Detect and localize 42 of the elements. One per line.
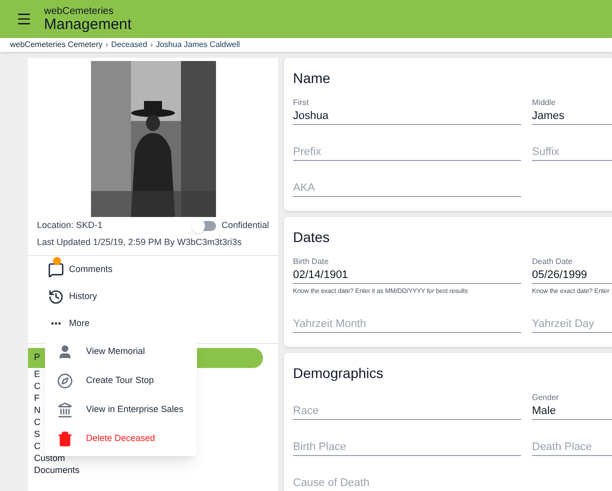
person-icon xyxy=(57,344,73,360)
text-field[interactable]: Birth Date 02/14/1901 xyxy=(293,256,521,284)
section-item[interactable]: E xyxy=(28,368,42,380)
section-item[interactable]: C xyxy=(28,380,42,392)
location-text: Location: SKD-1 xyxy=(37,219,103,232)
compass-icon xyxy=(57,372,73,388)
last-updated-text: Last Updated 1/25/19, 2:59 PM By W3bC3m3t3ri3s xyxy=(36,236,243,249)
text-field[interactable]: Death Date 05/26/1999 xyxy=(532,256,612,284)
menu-icon[interactable] xyxy=(16,11,32,27)
breadcrumb-separator: › xyxy=(105,39,108,51)
text-field[interactable]: Middle James xyxy=(532,97,612,125)
section-item[interactable]: S xyxy=(28,428,42,440)
section-item[interactable]: N xyxy=(28,404,42,416)
section-item[interactable]: Custom xyxy=(28,452,66,464)
app-subtitle: webCemeteries xyxy=(44,6,114,16)
toggle-label: Confidential xyxy=(221,219,269,232)
menu-item[interactable]: View in Enterprise Sales xyxy=(45,395,197,424)
action-item[interactable]: Comments xyxy=(48,256,278,283)
menu-item[interactable]: Create Tour Stop xyxy=(45,366,197,395)
section-item[interactable]: C xyxy=(28,440,42,452)
toggle-switch[interactable] xyxy=(194,220,216,231)
menu-item[interactable]: Delete Deceased xyxy=(45,424,197,453)
more-icon xyxy=(51,322,61,325)
comment-icon xyxy=(48,262,64,278)
breadcrumb-separator: › xyxy=(150,39,153,51)
trash-icon xyxy=(57,430,73,446)
app-title: Management xyxy=(44,16,132,32)
menu-item[interactable]: View Memorial xyxy=(45,337,197,366)
card-title: Dates xyxy=(293,228,331,247)
text-field[interactable]: First Joshua xyxy=(293,97,521,125)
history-icon xyxy=(48,288,64,304)
breadcrumb-text: webCemeteries Cemetery xyxy=(10,39,102,51)
bank-icon xyxy=(57,402,73,418)
section-item[interactable]: Documents xyxy=(28,464,81,476)
card-title: Demographics xyxy=(293,364,384,383)
section-item[interactable]: C xyxy=(28,416,42,428)
card-title: Name xyxy=(293,69,332,88)
breadcrumb-link[interactable]: Joshua James Caldwell xyxy=(156,39,240,51)
action-item[interactable]: History xyxy=(48,283,278,310)
breadcrumb-link[interactable]: Deceased xyxy=(111,39,148,51)
section-item[interactable]: F xyxy=(28,392,40,404)
text-field[interactable]: Gender Male xyxy=(532,392,612,420)
